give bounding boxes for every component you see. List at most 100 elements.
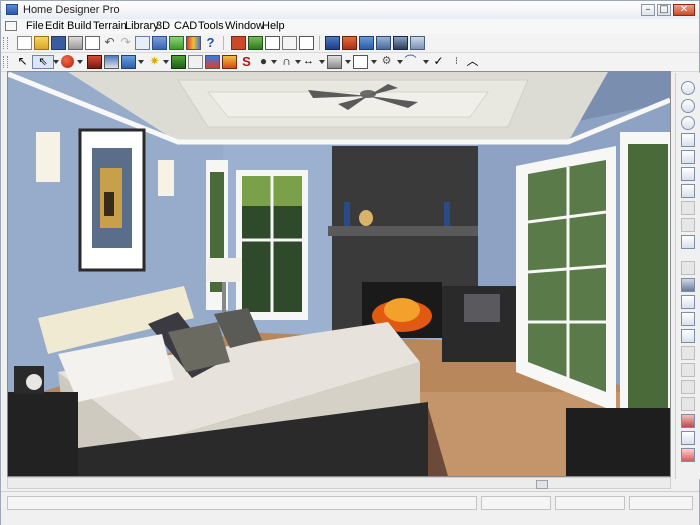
glass-house-view-icon[interactable] bbox=[359, 36, 374, 50]
fixture-tool-icon[interactable] bbox=[104, 55, 119, 69]
watercolor-view-icon[interactable] bbox=[376, 36, 391, 50]
terrain-icon[interactable] bbox=[681, 397, 695, 411]
window-tool-icon[interactable] bbox=[327, 55, 342, 69]
distance-icon[interactable] bbox=[681, 295, 695, 309]
menu-edit[interactable]: Edit bbox=[45, 20, 64, 32]
text-tool-icon[interactable]: S bbox=[239, 55, 254, 69]
fill-window-icon[interactable] bbox=[681, 133, 695, 147]
grid-icon[interactable] bbox=[681, 329, 695, 343]
close-button[interactable]: ✕ bbox=[673, 4, 695, 16]
chevron-down-icon[interactable] bbox=[271, 60, 277, 64]
camera-tool-icon[interactable] bbox=[87, 55, 102, 69]
arc-tool-icon[interactable]: ⌒ bbox=[403, 55, 418, 69]
paint-tool-icon[interactable] bbox=[188, 55, 203, 69]
bedroom-render bbox=[8, 72, 670, 476]
snap-icon[interactable] bbox=[681, 312, 695, 326]
chevron-down-icon[interactable] bbox=[138, 60, 144, 64]
display-options-icon[interactable] bbox=[681, 431, 695, 445]
plant-icon[interactable] bbox=[681, 380, 695, 394]
select-arrow-icon[interactable]: ↖ bbox=[15, 55, 30, 69]
system-menu-icon[interactable] bbox=[5, 21, 17, 31]
texture-tool-icon[interactable] bbox=[121, 55, 136, 69]
undo-icon[interactable]: ↶ bbox=[102, 36, 117, 50]
view-toolbar bbox=[675, 73, 700, 479]
chevron-down-icon[interactable] bbox=[163, 60, 169, 64]
undo-zoom-icon[interactable] bbox=[681, 167, 695, 181]
3d-viewport[interactable] bbox=[7, 71, 671, 477]
open-folder-icon[interactable] bbox=[34, 36, 49, 50]
ellipsis-icon[interactable]: ⁝ bbox=[449, 55, 464, 69]
framed-painting bbox=[78, 128, 146, 272]
menu-terrain[interactable]: Terrain bbox=[93, 20, 127, 32]
chevron-up-icon[interactable]: ︿ bbox=[465, 55, 480, 69]
dollhouse-view-icon[interactable] bbox=[342, 36, 357, 50]
menu-cad[interactable]: CAD bbox=[174, 20, 197, 32]
library-browser-icon[interactable] bbox=[152, 36, 167, 50]
zoom-in-icon[interactable] bbox=[681, 99, 695, 113]
spray-tool-icon[interactable] bbox=[222, 55, 237, 69]
camera-height-icon[interactable] bbox=[681, 235, 695, 249]
toggle-icon[interactable] bbox=[681, 448, 695, 462]
chevron-down-icon[interactable] bbox=[77, 60, 83, 64]
camera-view-icon[interactable] bbox=[299, 36, 314, 50]
cabinet-tool-icon[interactable]: ↔ bbox=[301, 55, 316, 69]
minimize-button[interactable]: – bbox=[641, 4, 655, 16]
dimension-tool-icon[interactable] bbox=[205, 55, 220, 69]
chevron-down-icon[interactable] bbox=[53, 60, 59, 64]
select-objects-icon[interactable] bbox=[135, 36, 150, 50]
render-icon[interactable] bbox=[681, 414, 695, 428]
walk-icon[interactable] bbox=[681, 218, 695, 232]
layer-icon[interactable] bbox=[681, 346, 695, 360]
menu-3d[interactable]: 3D bbox=[156, 20, 170, 32]
menu-build[interactable]: Build bbox=[67, 20, 91, 32]
app-window: Home Designer Pro – □ ✕ File Edit Build … bbox=[0, 0, 700, 525]
vector-view-icon[interactable] bbox=[410, 36, 425, 50]
orbit-icon[interactable] bbox=[681, 201, 695, 215]
toolbar-separator bbox=[223, 36, 224, 50]
print-icon[interactable] bbox=[68, 36, 83, 50]
object-tool-icon[interactable] bbox=[61, 55, 74, 68]
door-tool-icon[interactable]: ∩ bbox=[279, 55, 294, 69]
line-tool-icon[interactable]: ● bbox=[256, 55, 271, 69]
perspective-full-overview-icon[interactable] bbox=[325, 36, 340, 50]
floor-plan-view-icon[interactable] bbox=[231, 36, 246, 50]
cross-section-icon[interactable] bbox=[265, 36, 280, 50]
new-file-icon[interactable] bbox=[17, 36, 32, 50]
zoom-rotate-icon[interactable] bbox=[681, 81, 695, 95]
horizontal-scrollbar[interactable] bbox=[7, 477, 671, 489]
maximize-button[interactable]: □ bbox=[657, 4, 671, 16]
status-cell bbox=[555, 496, 625, 510]
chevron-down-icon[interactable] bbox=[319, 60, 325, 64]
edit-tool-icon[interactable]: ⇖ bbox=[32, 55, 54, 69]
roof-tool-icon[interactable]: ⚙ bbox=[379, 55, 394, 69]
chevron-down-icon[interactable] bbox=[423, 60, 429, 64]
stair-tool-icon[interactable] bbox=[353, 55, 368, 69]
scrollbar-thumb[interactable] bbox=[536, 480, 548, 489]
menu-help[interactable]: Help bbox=[262, 20, 285, 32]
menu-window[interactable]: Window bbox=[225, 20, 264, 32]
material-eyedropper-icon[interactable] bbox=[681, 363, 695, 377]
zoom-window-icon[interactable] bbox=[681, 150, 695, 164]
light-tool-icon[interactable]: ✷ bbox=[147, 55, 162, 69]
chevron-down-icon[interactable] bbox=[345, 60, 351, 64]
terrain-tool-icon[interactable] bbox=[171, 55, 186, 69]
color-icon[interactable] bbox=[186, 36, 201, 50]
technical-illustration-icon[interactable] bbox=[393, 36, 408, 50]
reference-icon[interactable] bbox=[681, 261, 695, 275]
material-icon[interactable] bbox=[169, 36, 184, 50]
print-preview-icon[interactable] bbox=[85, 36, 100, 50]
save-icon[interactable] bbox=[51, 36, 66, 50]
check-tool-icon[interactable]: ✓ bbox=[431, 55, 446, 69]
chevron-down-icon[interactable] bbox=[371, 60, 377, 64]
dimension-icon[interactable] bbox=[681, 278, 695, 292]
menu-tools[interactable]: Tools bbox=[198, 20, 224, 32]
elevation-view-icon[interactable] bbox=[248, 36, 263, 50]
menu-library[interactable]: Library bbox=[125, 20, 159, 32]
framing-overview-icon[interactable] bbox=[282, 36, 297, 50]
redo-icon[interactable]: ↷ bbox=[118, 36, 133, 50]
zoom-out-icon[interactable] bbox=[681, 116, 695, 130]
status-bar bbox=[1, 491, 699, 525]
help-icon[interactable]: ? bbox=[203, 36, 218, 50]
menu-file[interactable]: File bbox=[26, 20, 44, 32]
pan-icon[interactable] bbox=[681, 184, 695, 198]
